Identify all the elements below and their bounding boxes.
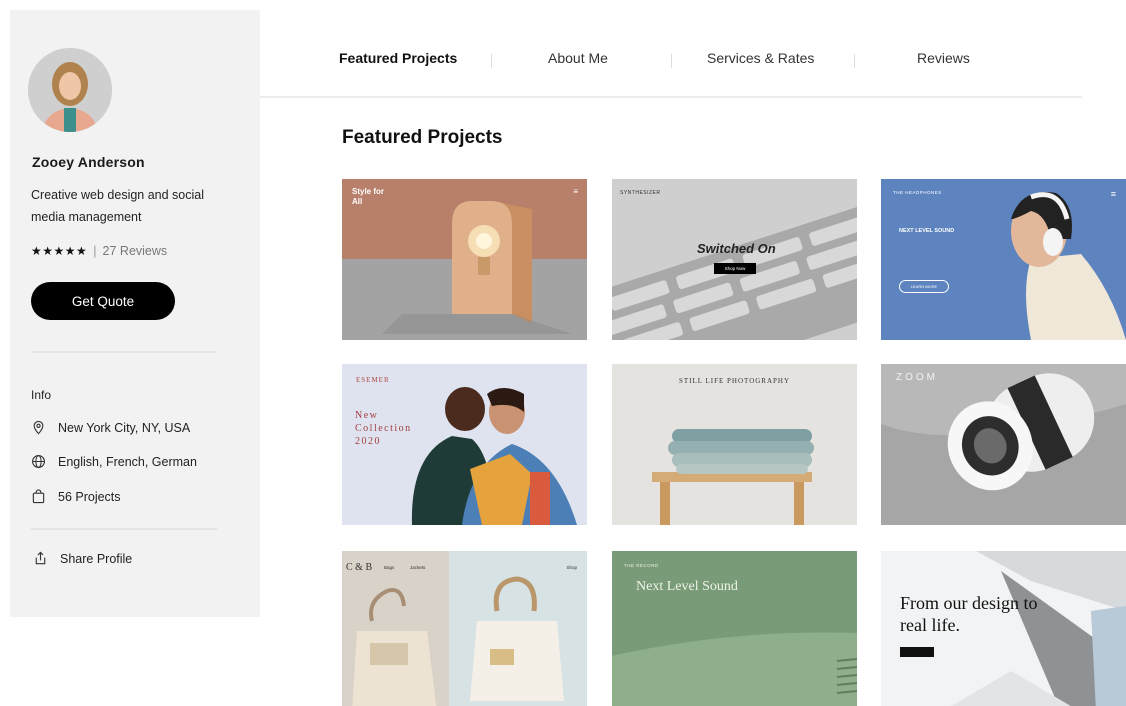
- menu-icon: ≡: [573, 187, 578, 196]
- project-tile-synthesizer[interactable]: SYNTHESIZER Switched On Shop Now: [612, 179, 857, 340]
- tile-title: From our design to real life.: [900, 593, 1038, 635]
- tab-about-me[interactable]: About Me: [548, 50, 608, 66]
- tile-brand: THE RECORD: [624, 563, 659, 568]
- star-rating-icon: ★★★★★: [31, 244, 88, 258]
- profile-tagline: Creative web design and social media man…: [31, 188, 205, 224]
- divider: [31, 351, 217, 353]
- tile-button: [900, 647, 934, 657]
- languages-text: English, French, German: [58, 454, 197, 469]
- learn-more-button: LEARN MORE: [899, 280, 949, 293]
- info-heading: Info: [31, 388, 52, 402]
- tile-title: STILL LIFE PHOTOGRAPHY: [678, 377, 791, 385]
- tile-title: Next Level Sound: [636, 579, 738, 594]
- tab-separator: [854, 54, 855, 68]
- project-tile-record[interactable]: THE RECORD Next Level Sound: [612, 551, 857, 706]
- share-icon: [35, 551, 46, 565]
- location-row: New York City, NY, USA: [31, 420, 190, 435]
- section-title: Featured Projects: [342, 127, 503, 148]
- top-navigation: Featured Projects About Me Services & Ra…: [260, 10, 1082, 98]
- tile-brand: C & B: [346, 562, 373, 573]
- shop-now-button: Shop Now: [714, 263, 756, 274]
- location-text: New York City, NY, USA: [58, 420, 191, 435]
- project-tile-architecture[interactable]: From our design to real life.: [881, 551, 1126, 706]
- menu-icon: ≡: [1110, 189, 1116, 199]
- tile-title: Switched On: [697, 241, 776, 256]
- share-profile-button[interactable]: Share Profile: [33, 551, 132, 566]
- projects-row: 56 Projects: [31, 489, 121, 504]
- tile-title: NEXT LEVEL SOUND: [899, 228, 955, 234]
- tile-brand: THE HEADPHONES: [893, 190, 942, 195]
- shopping-bag-icon: [32, 489, 45, 504]
- avatar[interactable]: [28, 48, 112, 132]
- tab-featured-projects[interactable]: Featured Projects: [339, 50, 457, 66]
- tile-brand: ESEMER: [356, 376, 390, 384]
- projects-count: 56 Projects: [58, 489, 121, 504]
- project-tile-zoom[interactable]: ZOOM: [881, 364, 1126, 525]
- tile-title: New Collection 2020: [355, 410, 412, 447]
- tab-reviews[interactable]: Reviews: [917, 50, 970, 66]
- tab-services-rates[interactable]: Services & Rates: [707, 50, 814, 66]
- get-quote-button[interactable]: Get Quote: [31, 282, 175, 320]
- tile-title: ZOOM: [896, 372, 938, 383]
- profile-sidebar: Zooey Anderson Creative web design and s…: [10, 10, 260, 617]
- languages-row: English, French, German: [31, 454, 197, 469]
- tile-menu-item: Jackets: [410, 565, 426, 570]
- project-tile-headphones[interactable]: THE HEADPHONES NEXT LEVEL SOUND LEARN MO…: [881, 179, 1126, 340]
- profile-name: Zooey Anderson: [32, 154, 145, 170]
- tab-separator: [491, 54, 492, 68]
- tab-separator: [671, 54, 672, 68]
- tile-menu-item: Shop: [566, 565, 577, 570]
- project-tile-bags[interactable]: C & B Bags Jackets Shop: [342, 551, 587, 706]
- share-profile-label: Share Profile: [60, 551, 133, 566]
- reviews-link[interactable]: 27 Reviews: [103, 244, 168, 258]
- project-tile-lamp[interactable]: Style for All ≡: [342, 179, 587, 340]
- tile-brand: SYNTHESIZER: [620, 190, 661, 196]
- project-tile-fashion[interactable]: ESEMER New Collection 2020: [342, 364, 587, 525]
- tile-title: Style for All: [352, 187, 385, 206]
- project-tile-still-life[interactable]: STILL LIFE PHOTOGRAPHY: [612, 364, 857, 525]
- divider: [31, 528, 217, 530]
- rating-separator: |: [93, 244, 97, 258]
- location-pin-icon: [33, 420, 44, 435]
- tile-menu-item: Bags: [384, 565, 395, 570]
- globe-icon: [32, 455, 45, 468]
- rating: ★★★★★ | 27 Reviews: [31, 244, 167, 258]
